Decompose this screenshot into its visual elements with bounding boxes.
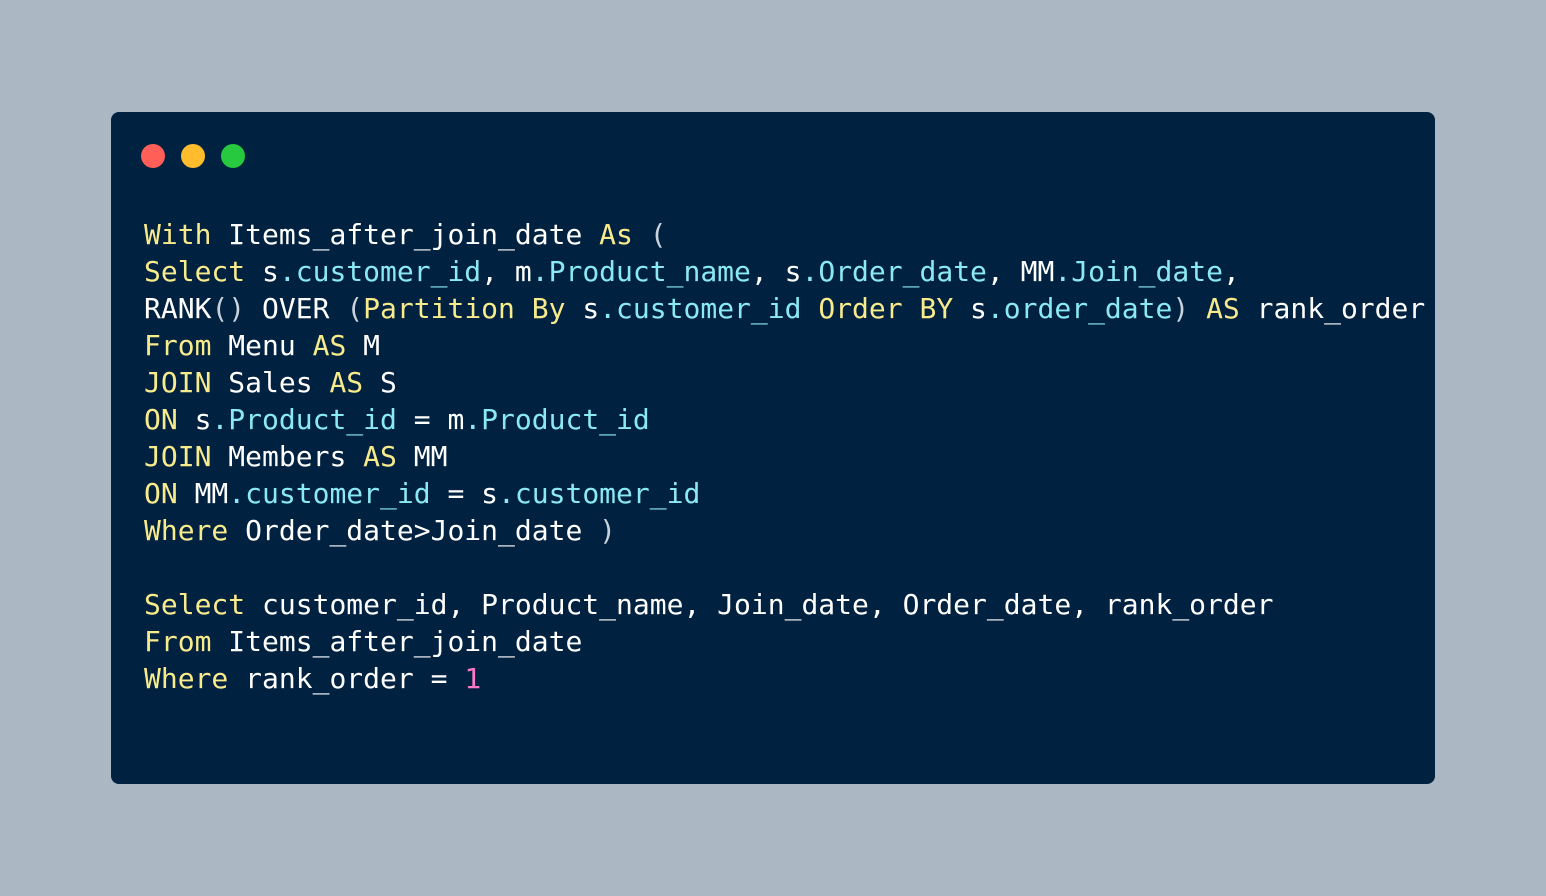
keyword-token: JOIN — [144, 366, 212, 399]
punctuation-token: ) — [1172, 292, 1190, 325]
number-token: 1 — [464, 662, 482, 695]
identifier-token: = s — [430, 477, 499, 510]
keyword-token: AS — [363, 440, 397, 473]
keyword-token: From — [144, 625, 212, 658]
property-token: .Join_date — [1054, 255, 1223, 288]
code-line: ON MM.customer_id = s.customer_id — [144, 475, 1425, 512]
keyword-token: From — [144, 329, 212, 362]
sql-code-block: With Items_after_join_date As (Select s.… — [144, 216, 1425, 697]
identifier-token — [1189, 292, 1206, 325]
identifier-token: s — [953, 292, 987, 325]
code-line: Where rank_order = 1 — [144, 660, 1425, 697]
property-token: .Product_name — [531, 255, 751, 288]
property-token: .customer_id — [599, 292, 802, 325]
keyword-token: Order BY — [818, 292, 954, 325]
punctuation-token: () — [211, 292, 246, 325]
keyword-token: With — [144, 218, 212, 251]
identifier-token: s — [565, 292, 600, 325]
keyword-token: AS — [312, 329, 347, 362]
code-line: Select customer_id, Product_name, Join_d… — [144, 586, 1425, 623]
code-line: Select s.customer_id, m.Product_name, s.… — [144, 253, 1425, 290]
keyword-token: AS — [1206, 292, 1240, 325]
code-line: From Items_after_join_date — [144, 623, 1425, 660]
keyword-token: Where — [144, 514, 229, 547]
code-line: RANK() OVER (Partition By s.customer_id … — [144, 290, 1425, 327]
punctuation-token: ( — [632, 218, 667, 251]
identifier-token: Items_after_join_date — [211, 218, 600, 251]
property-token: .Product_id — [211, 403, 397, 436]
code-line: With Items_after_join_date As ( — [144, 216, 1425, 253]
property-token: .order_date — [986, 292, 1173, 325]
keyword-token: Select — [144, 255, 246, 288]
keyword-token: JOIN — [144, 440, 212, 473]
identifier-token: , m — [481, 255, 532, 288]
identifier-token: , MM — [986, 255, 1055, 288]
identifier-token: Sales — [211, 366, 330, 399]
identifier-token: customer_id, Product_name, Join_date, Or… — [245, 588, 1274, 621]
code-line: JOIN Sales AS S — [144, 364, 1425, 401]
property-token: .customer_id — [228, 477, 431, 510]
identifier-token: rank_order = — [228, 662, 465, 695]
identifier-token — [801, 292, 818, 325]
property-token: .customer_id — [498, 477, 701, 510]
property-token: .Order_date — [801, 255, 987, 288]
identifier-token: RANK — [144, 292, 212, 325]
keyword-token: Where — [144, 662, 229, 695]
identifier-token: s — [245, 255, 279, 288]
keyword-token: ON — [144, 403, 178, 436]
punctuation-token: ( — [346, 292, 364, 325]
identifier-token: MM — [177, 477, 229, 510]
keyword-token: As — [599, 218, 633, 251]
identifier-token: OVER — [245, 292, 347, 325]
code-window: With Items_after_join_date As (Select s.… — [111, 112, 1435, 784]
keyword-token: ON — [144, 477, 178, 510]
identifier-token: Items_after_join_date — [211, 625, 583, 658]
keyword-token: Select — [144, 588, 246, 621]
code-line: From Menu AS M — [144, 327, 1425, 364]
identifier-token: MM — [396, 440, 448, 473]
keyword-token: Partition By — [363, 292, 566, 325]
code-line: JOIN Members AS MM — [144, 438, 1425, 475]
identifier-token: S — [363, 366, 397, 399]
code-line: Where Order_date>Join_date ) — [144, 512, 1425, 549]
identifier-token: = m — [396, 403, 465, 436]
identifier-token: Order_date>Join_date — [228, 514, 600, 547]
minimize-dot-icon[interactable] — [181, 144, 205, 168]
window-controls — [141, 144, 245, 168]
identifier-token: s — [177, 403, 212, 436]
punctuation-token: ) — [599, 514, 617, 547]
identifier-token: rank_order — [1239, 292, 1426, 325]
property-token: .customer_id — [278, 255, 482, 288]
identifier-token: Members — [211, 440, 364, 473]
maximize-dot-icon[interactable] — [221, 144, 245, 168]
property-token: .Product_id — [464, 403, 650, 436]
identifier-token: M — [346, 329, 381, 362]
identifier-token: , — [1222, 255, 1240, 288]
identifier-token: , s — [750, 255, 802, 288]
close-dot-icon[interactable] — [141, 144, 165, 168]
keyword-token: AS — [329, 366, 364, 399]
identifier-token: Menu — [211, 329, 313, 362]
code-line: ON s.Product_id = m.Product_id — [144, 401, 1425, 438]
